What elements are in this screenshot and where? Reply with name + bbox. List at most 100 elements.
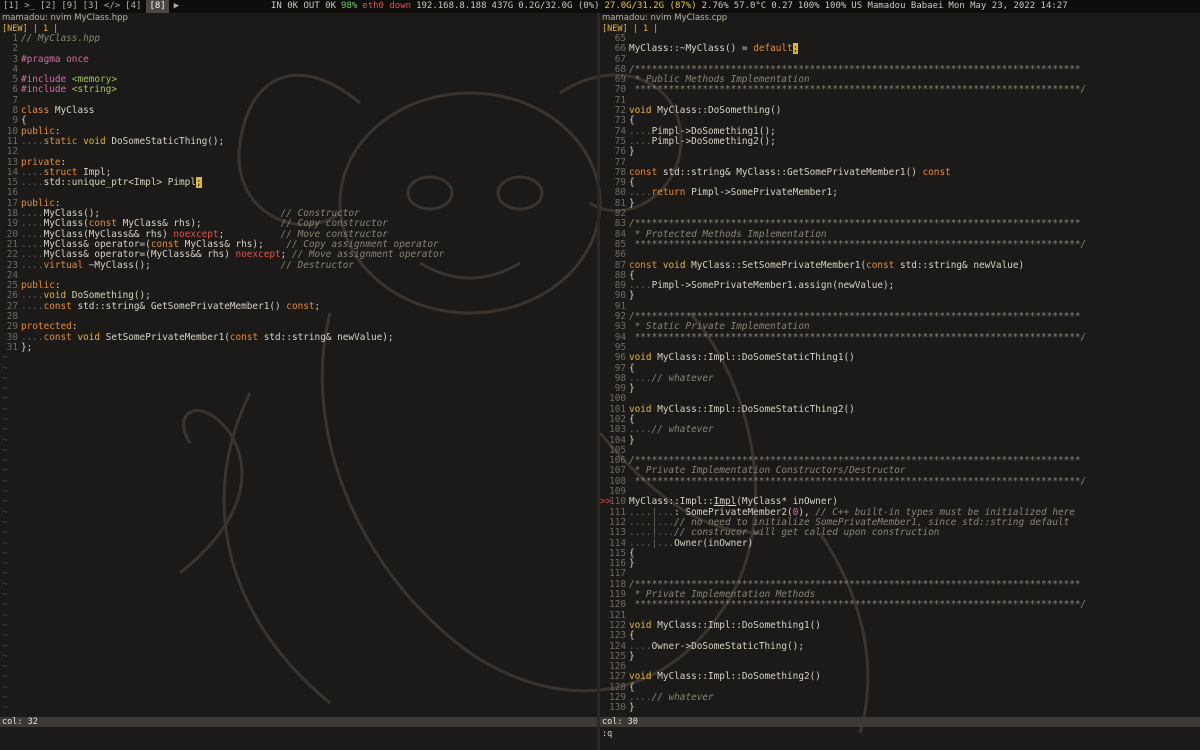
code-line[interactable]: 11 ....static void DoSomeStaticThing();: [0, 135, 597, 147]
code-line[interactable]: 85 *************************************…: [600, 238, 1200, 250]
line-text: }: [629, 146, 635, 158]
code-line[interactable]: 124 ....Owner->DoSomeStaticThing();: [600, 641, 1200, 652]
empty-line: ~: [2, 444, 8, 456]
line-text: }: [629, 650, 635, 662]
stat-item: 98%: [341, 1, 358, 11]
line-text: ****************************************…: [629, 475, 1087, 487]
code-line[interactable]: 101 void MyClass::Impl::DoSomeStaticThing…: [600, 404, 1200, 415]
empty-line: ~: [2, 702, 8, 714]
code-line[interactable]: 116}: [600, 558, 1200, 569]
code-line[interactable]: 70 *************************************…: [600, 85, 1200, 96]
code-line[interactable]: 15 ....std::unique_ptr<Impl> Pimpl;: [0, 177, 597, 189]
code-line[interactable]: 122 void MyClass::Impl::DoSomething1(): [600, 620, 1200, 631]
code-area[interactable]: 1// MyClass.hpp 2 3 #pragma once 4 5 #include …: [0, 33, 597, 714]
code-line[interactable]: 89 ....Pimpl->SomePrivateMember1.assign(n…: [600, 280, 1200, 291]
workspace-item[interactable]: [4]: [125, 0, 141, 13]
line-text: }: [629, 197, 635, 209]
code-line[interactable]: 125}: [600, 650, 1200, 662]
empty-line: ~: [2, 661, 8, 673]
code-line[interactable]: 123{: [600, 630, 1200, 641]
code-line[interactable]: 75 ....Pimpl->DoSomething2();: [600, 136, 1200, 147]
code-line[interactable]: 104}: [600, 435, 1200, 446]
code-line[interactable]: 86: [600, 249, 1200, 260]
empty-line: ~: [2, 527, 8, 539]
code-line[interactable]: 16: [0, 188, 597, 199]
code-line[interactable]: 30 ....const void SetSomePrivateMember1(c…: [0, 332, 597, 343]
empty-line: ~: [2, 372, 8, 384]
buffer-tabline[interactable]: [NEW] | 1 |: [600, 24, 1200, 34]
workspace-item[interactable]: [3]: [83, 0, 99, 13]
line-text: #pragma once: [21, 53, 89, 65]
code-line[interactable]: 120 ************************************…: [600, 599, 1200, 611]
code-line[interactable]: 3 #pragma once: [0, 53, 597, 65]
line-text: ****************************************…: [629, 599, 1087, 611]
code-line[interactable]: 2: [0, 43, 597, 54]
code-line[interactable]: 98 ....// whatever: [600, 373, 1200, 384]
empty-line: ~: [2, 609, 8, 621]
line-text: ....|...// construcor will get called up…: [629, 527, 940, 539]
workspace-item[interactable]: >_: [24, 0, 35, 13]
code-line[interactable]: 115{: [600, 548, 1200, 559]
code-line[interactable]: 87 const void MyClass::SetSomePrivateMemb…: [600, 259, 1200, 271]
stat-item: 57.0°C: [733, 1, 767, 11]
code-line[interactable]: 27 ....const std::string& GetSomePrivateM…: [0, 300, 597, 312]
empty-line: ~: [2, 640, 8, 652]
workspace-item[interactable]: [1]: [3, 0, 19, 13]
empty-line: ~: [2, 671, 8, 683]
code-line[interactable]: 80 ....return Pimpl->SomePrivateMember1;: [600, 188, 1200, 199]
code-line[interactable]: 24: [0, 270, 597, 281]
code-line[interactable]: 81}: [600, 197, 1200, 209]
empty-line: ~: [2, 516, 8, 528]
line-text: void MyClass::DoSomething(): [629, 105, 782, 117]
empty-line: ~: [2, 434, 8, 446]
code-line[interactable]: 78 const std::string& MyClass::GetSomePri…: [600, 167, 1200, 178]
line-text: ****************************************…: [629, 238, 1087, 250]
workspace-item[interactable]: ▶: [174, 0, 179, 13]
code-line[interactable]: 76}: [600, 146, 1200, 158]
code-line[interactable]: 1// MyClass.hpp: [0, 33, 597, 44]
line-text: const void MyClass::SetSomePrivateMember…: [629, 259, 1025, 271]
code-line[interactable]: 66 MyClass::~MyClass() = default;: [600, 43, 1200, 55]
status-line: col: 30: [600, 717, 1200, 727]
command-line[interactable]: :q: [600, 729, 612, 739]
empty-line: ~: [2, 568, 8, 580]
workspace-item[interactable]: [2]: [40, 0, 56, 13]
line-text: ....|...Owner(inOwner): [629, 537, 754, 549]
code-line[interactable]: 99}: [600, 383, 1200, 394]
code-line[interactable]: 103 ....// whatever: [600, 424, 1200, 435]
code-line[interactable]: 12: [0, 146, 597, 157]
workspace-item[interactable]: [9]: [61, 0, 77, 13]
code-line[interactable]: 113 ....|...// construcor will get called…: [600, 527, 1200, 539]
code-area[interactable]: 65 66 MyClass::~MyClass() = default; 67 68/*…: [600, 33, 1200, 714]
empty-line: ~: [2, 413, 8, 425]
line-number: 96: [614, 352, 626, 364]
workspace-item[interactable]: </>: [104, 0, 120, 13]
empty-line: ~: [2, 619, 8, 631]
empty-line: ~: [2, 455, 8, 467]
code-line[interactable]: 90}: [600, 291, 1200, 302]
empty-line: ~: [2, 506, 8, 518]
editor-pane-right[interactable]: mamadou: nvim MyClass.cpp [NEW] | 1 | 65…: [600, 13, 1200, 738]
code-line[interactable]: 72 void MyClass::DoSomething(): [600, 105, 1200, 117]
code-line[interactable]: 8 class MyClass: [0, 105, 597, 116]
system-stats: IN 0K OUT 0K 98% eth0 down 192.168.8.188 437…: [271, 0, 1073, 13]
code-line[interactable]: 28: [0, 311, 597, 322]
stat-item: 437G: [491, 1, 514, 11]
empty-line: ~: [2, 558, 8, 570]
code-line[interactable]: 108 ************************************…: [600, 475, 1200, 487]
code-line[interactable]: 94 *************************************…: [600, 332, 1200, 343]
code-line[interactable]: 114 ....|...Owner(inOwner): [600, 537, 1200, 549]
code-line[interactable]: 96 void MyClass::Impl::DoSomeStaticThing1…: [600, 352, 1200, 364]
code-line[interactable]: 6 #include <string>: [0, 85, 597, 96]
code-line[interactable]: 127 void MyClass::Impl::DoSomething2(): [600, 672, 1200, 683]
code-line[interactable]: 23 ....virtual ~MyClass(); // Destructor: [0, 260, 597, 271]
line-text: ....const std::string& GetSomePrivateMem…: [21, 300, 321, 312]
line-text: ....static void DoSomeStaticThing();: [21, 135, 225, 147]
code-line[interactable]: 130}: [600, 702, 1200, 713]
empty-line: ~: [2, 650, 8, 662]
editor-pane-left[interactable]: mamadou: nvim MyClass.hpp [NEW] | 1 | 1/…: [0, 13, 597, 738]
workspace-item[interactable]: [8]: [146, 0, 169, 13]
code-line[interactable]: 9{: [0, 116, 597, 127]
code-line[interactable]: 31};: [0, 342, 597, 353]
code-line[interactable]: 129 ....// whatever: [600, 692, 1200, 703]
